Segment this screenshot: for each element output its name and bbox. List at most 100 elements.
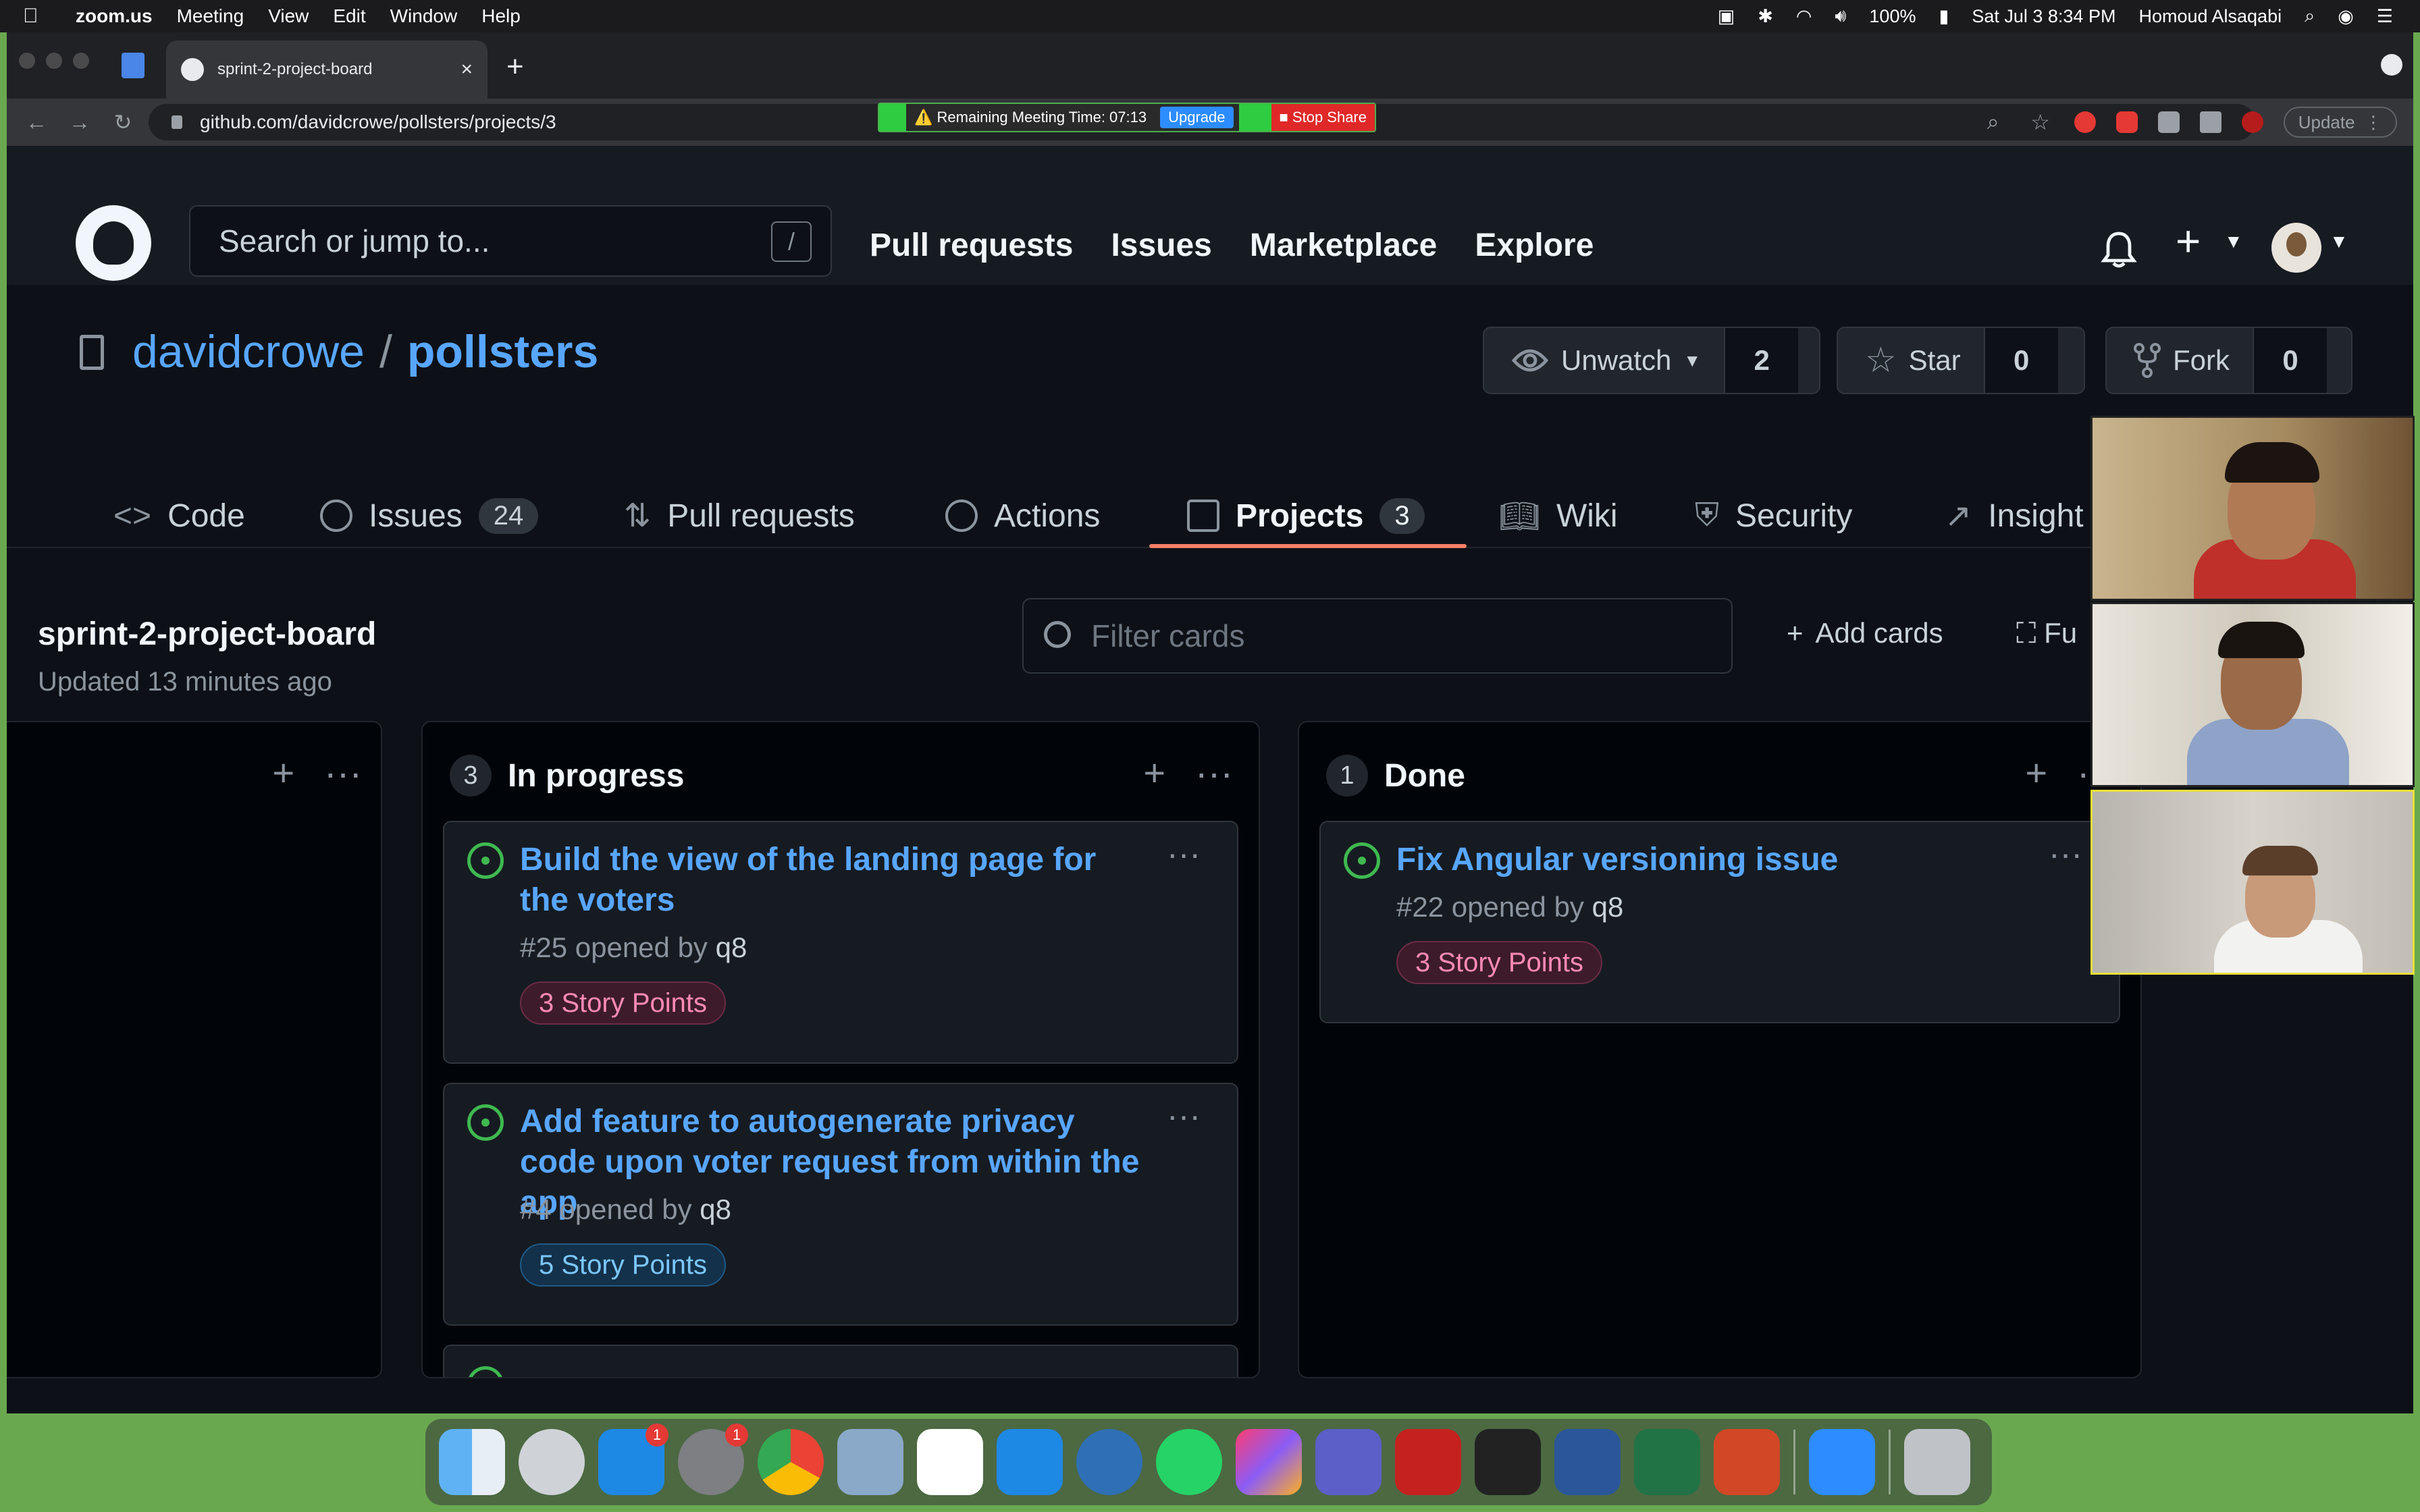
mountain-app-icon[interactable] xyxy=(1076,1429,1142,1495)
menu-clock[interactable]: Sat Jul 3 8:34 PM xyxy=(1972,6,2115,27)
star-button[interactable]: ☆ Star 0 xyxy=(1837,327,2085,394)
acrobat-icon[interactable] xyxy=(1395,1429,1461,1495)
create-new-plus-icon[interactable]: + xyxy=(2176,216,2201,266)
tab-actions[interactable]: Actions xyxy=(945,495,1100,536)
issue-card[interactable]: Add feature to autogenerate privacy code… xyxy=(443,1083,1238,1326)
powerpoint-icon[interactable] xyxy=(1714,1429,1780,1495)
repo-owner-link[interactable]: davidcrowe xyxy=(132,325,365,378)
story-points-label[interactable]: 3 Story Points xyxy=(1396,941,1603,984)
vscode-icon[interactable] xyxy=(997,1429,1063,1495)
zoom-upgrade-button[interactable]: Upgrade xyxy=(1160,107,1234,128)
participant-video-3[interactable] xyxy=(2090,790,2415,975)
tab-wiki[interactable]: 📖︎ Wiki xyxy=(1499,495,1618,536)
watch-button[interactable]: Unwatch ▼ 2 xyxy=(1483,327,1820,394)
issue-card-title[interactable]: Build the view of the landing page for t… xyxy=(520,840,1142,921)
column-title[interactable]: In progress xyxy=(508,757,684,794)
kindle-icon[interactable] xyxy=(917,1429,983,1495)
nav-pull-requests[interactable]: Pull requests xyxy=(870,227,1073,264)
menu-app-zoom[interactable]: zoom.us xyxy=(76,5,153,27)
fork-count[interactable]: 0 xyxy=(2253,328,2327,393)
excel-icon[interactable] xyxy=(1634,1429,1700,1495)
issue-card[interactable]: Fix Angular versioning issue ··· #22 ope… xyxy=(1319,821,2120,1023)
wifi-icon[interactable]: ◠ xyxy=(1796,6,1812,27)
window-zoom-button[interactable] xyxy=(73,53,89,69)
volume-icon[interactable]: 🔊︎ xyxy=(1835,5,1846,27)
reload-icon[interactable]: ↻ xyxy=(109,109,136,135)
tab-issues[interactable]: Issues 24 xyxy=(320,495,539,536)
menu-meeting[interactable]: Meeting xyxy=(177,5,244,27)
add-card-plus-icon[interactable]: + xyxy=(1143,751,1165,794)
story-points-label[interactable]: 3 Story Points xyxy=(520,981,727,1025)
terminal-icon[interactable] xyxy=(1475,1429,1541,1495)
issue-author[interactable]: q8 xyxy=(716,932,747,963)
control-center-icon[interactable]: ☰ xyxy=(2377,6,2393,27)
bluetooth-icon[interactable]: ✱ xyxy=(1758,6,1773,27)
menu-help[interactable]: Help xyxy=(481,5,521,27)
participant-video-2[interactable] xyxy=(2090,602,2415,787)
zoom-icon[interactable] xyxy=(1809,1429,1875,1495)
issue-card[interactable]: Build the view of the landing page for t… xyxy=(443,821,1238,1064)
creative-cloud-icon[interactable] xyxy=(1236,1429,1302,1495)
card-menu-icon[interactable]: ··· xyxy=(1167,834,1201,873)
add-cards-button[interactable]: + Add cards xyxy=(1787,617,1943,649)
bookmark-star-icon[interactable]: ☆ xyxy=(2027,109,2054,135)
github-search-input[interactable]: Search or jump to... / xyxy=(189,205,832,277)
window-close-button[interactable] xyxy=(19,53,35,69)
teams-icon[interactable] xyxy=(1315,1429,1382,1495)
watch-count[interactable]: 2 xyxy=(1724,328,1799,393)
menu-user[interactable]: Homoud Alsaqabi xyxy=(2138,6,2282,27)
extensions-puzzle-icon[interactable] xyxy=(2199,111,2221,133)
issue-number[interactable]: #25 opened by xyxy=(520,932,708,963)
battery-icon[interactable]: ▮ xyxy=(1939,6,1949,27)
tab-search-button[interactable] xyxy=(2381,54,2402,76)
chrome-icon[interactable] xyxy=(758,1429,824,1495)
star-count[interactable]: 0 xyxy=(1983,328,2058,393)
add-card-plus-icon[interactable]: + xyxy=(2025,751,2047,794)
preview-icon[interactable] xyxy=(837,1429,903,1495)
user-menu-caret-icon[interactable]: ▼ xyxy=(2330,231,2348,252)
extension-red-icon[interactable] xyxy=(2074,111,2096,133)
card-menu-icon[interactable]: ··· xyxy=(1167,1096,1201,1135)
issue-number[interactable]: #4 opened by xyxy=(520,1193,692,1225)
stop-share-button[interactable]: ■ Stop Share xyxy=(1271,104,1375,131)
spotlight-search-icon[interactable]: ⌕ xyxy=(2305,5,2315,27)
issue-card[interactable] xyxy=(443,1345,1238,1377)
profile-avatar-icon[interactable] xyxy=(2241,111,2263,133)
menu-edit[interactable]: Edit xyxy=(333,5,365,27)
issue-author[interactable]: q8 xyxy=(1592,891,1624,923)
participant-video-1[interactable] xyxy=(2090,416,2415,601)
extension-shield-icon[interactable] xyxy=(2115,111,2138,133)
tab-pull-requests[interactable]: ⇅ Pull requests xyxy=(624,495,855,536)
extension-camera-icon[interactable] xyxy=(2157,111,2180,133)
window-minimize-button[interactable] xyxy=(46,53,62,69)
fullscreen-button[interactable]: ⛶ Fu xyxy=(2016,617,2077,650)
word-icon[interactable] xyxy=(1554,1429,1621,1495)
lock-icon[interactable] xyxy=(172,115,182,129)
whatsapp-icon[interactable] xyxy=(1156,1429,1222,1495)
tab-insights[interactable]: ↗ Insight xyxy=(1945,495,2084,536)
back-arrow-icon[interactable]: ← xyxy=(23,110,50,135)
tab-projects[interactable]: Projects 3 xyxy=(1187,495,1425,536)
tab-code[interactable]: <> Code xyxy=(113,495,245,536)
add-card-plus-icon[interactable]: + xyxy=(272,751,294,794)
browser-tab-active[interactable]: sprint-2-project-board × xyxy=(166,40,488,99)
nav-marketplace[interactable]: Marketplace xyxy=(1250,227,1437,264)
zoom-status-icon[interactable]: ▣ xyxy=(1718,6,1735,27)
repo-name-link[interactable]: pollsters xyxy=(407,325,598,378)
create-new-caret-icon[interactable]: ▼ xyxy=(2224,231,2243,252)
notifications-bell-icon[interactable] xyxy=(2100,230,2138,270)
forward-arrow-icon[interactable]: → xyxy=(66,110,93,135)
siri-icon[interactable]: ◉ xyxy=(2338,6,2354,27)
apple-icon[interactable]:  xyxy=(23,5,55,28)
nav-issues[interactable]: Issues xyxy=(1111,227,1211,264)
launchpad-icon[interactable] xyxy=(519,1429,585,1495)
menu-view[interactable]: View xyxy=(268,5,309,27)
close-tab-icon[interactable]: × xyxy=(461,58,473,81)
column-menu-icon[interactable]: ··· xyxy=(1195,751,1233,794)
finder-icon[interactable] xyxy=(439,1429,505,1495)
system-preferences-icon[interactable]: 1 xyxy=(678,1424,748,1495)
new-tab-button[interactable]: + xyxy=(506,50,524,84)
tab-security[interactable]: ⛨ Security xyxy=(1695,495,1852,536)
github-logo-icon[interactable] xyxy=(76,205,151,281)
story-points-label[interactable]: 5 Story Points xyxy=(520,1243,727,1287)
